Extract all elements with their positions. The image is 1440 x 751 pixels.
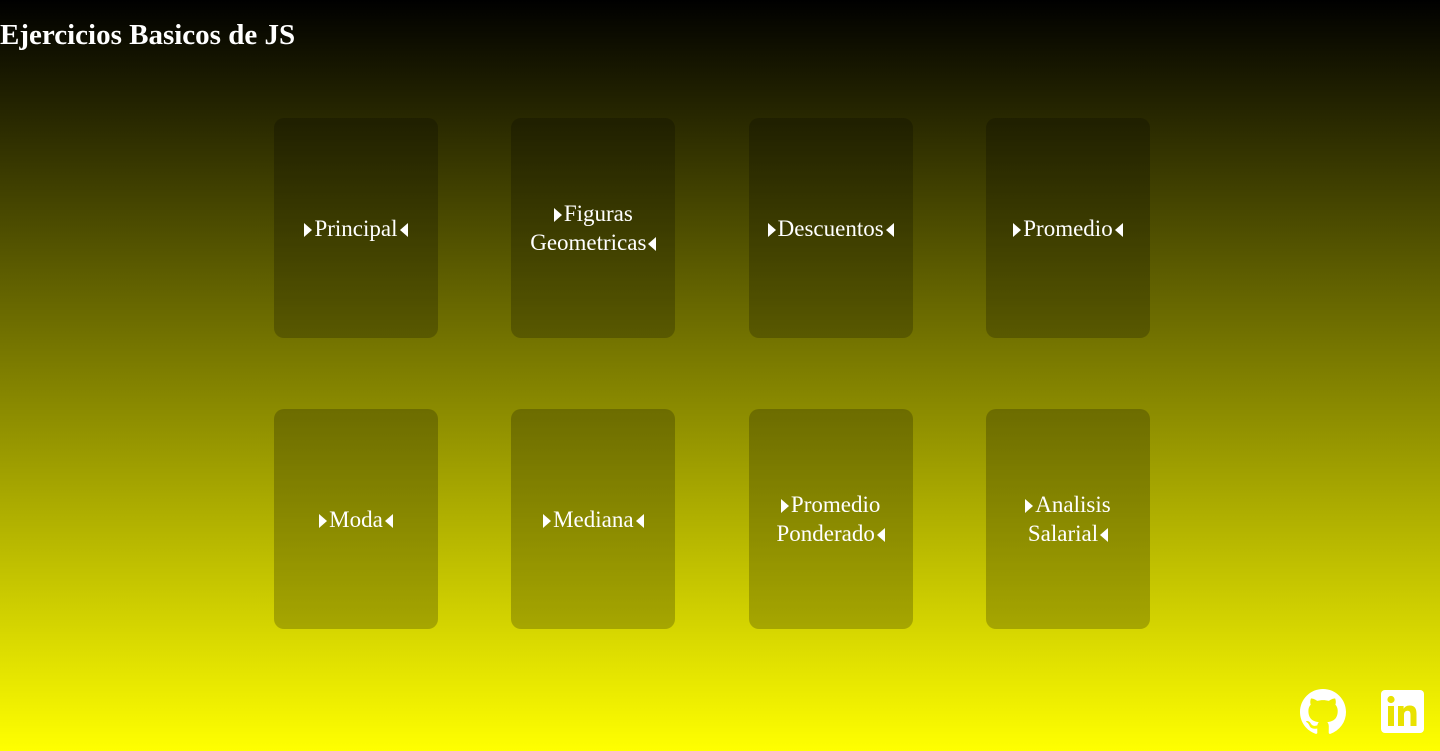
card-figuras-geometricas[interactable]: Figuras Geometricas [511, 118, 676, 338]
card-label-line2: Geometricas [530, 230, 647, 255]
card-label-line1: Figuras [563, 201, 633, 226]
triangle-right-icon [1025, 499, 1034, 513]
linkedin-icon[interactable] [1381, 690, 1424, 733]
card-label-text: Descuentos [777, 215, 884, 241]
github-icon[interactable] [1300, 689, 1346, 735]
card-label: Promedio [1013, 214, 1123, 243]
card-analisis-salarial[interactable]: Analisis Salarial [985, 409, 1150, 629]
card-moda[interactable]: Moda [274, 409, 438, 629]
triangle-right-icon [553, 208, 562, 222]
exercise-grid: Principal Figuras Geometricas Descuentos … [274, 118, 1150, 629]
card-mediana[interactable]: Mediana [511, 409, 676, 629]
page-title: Ejercicios Basicos de JS [0, 19, 296, 51]
card-label: Promedio Ponderado [776, 490, 885, 548]
card-label: Moda [319, 505, 393, 534]
card-label-line2: Salarial [1027, 521, 1099, 546]
triangle-left-icon [635, 513, 644, 528]
card-label-text: Promedio [1023, 215, 1113, 241]
card-label-line2: Ponderado [776, 521, 875, 546]
card-label-text: Principal [314, 215, 398, 241]
card-label: Principal [304, 214, 408, 243]
triangle-right-icon [543, 513, 552, 528]
triangle-right-icon [780, 499, 789, 513]
triangle-right-icon [304, 222, 313, 237]
triangle-right-icon [319, 513, 328, 528]
card-label: Mediana [543, 505, 644, 534]
triangle-left-icon [399, 222, 408, 237]
card-label: Descuentos [767, 214, 894, 243]
card-label-line1: Analisis [1035, 492, 1111, 517]
card-promedio-ponderado[interactable]: Promedio Ponderado [748, 409, 913, 629]
triangle-left-icon [648, 237, 657, 251]
triangle-left-icon [885, 222, 894, 237]
triangle-left-icon [1100, 528, 1109, 542]
card-label-line1: Promedio [790, 492, 881, 517]
card-label: Figuras Geometricas [530, 199, 657, 257]
triangle-right-icon [767, 222, 776, 237]
triangle-left-icon [384, 513, 393, 528]
triangle-left-icon [876, 528, 885, 542]
card-label-text: Moda [329, 506, 383, 532]
card-promedio[interactable]: Promedio [985, 118, 1150, 338]
card-label-text: Mediana [553, 506, 634, 532]
card-label: Analisis Salarial [1025, 490, 1111, 548]
card-principal[interactable]: Principal [274, 118, 438, 338]
triangle-right-icon [1013, 222, 1022, 237]
card-descuentos[interactable]: Descuentos [748, 118, 913, 338]
triangle-left-icon [1114, 222, 1123, 237]
